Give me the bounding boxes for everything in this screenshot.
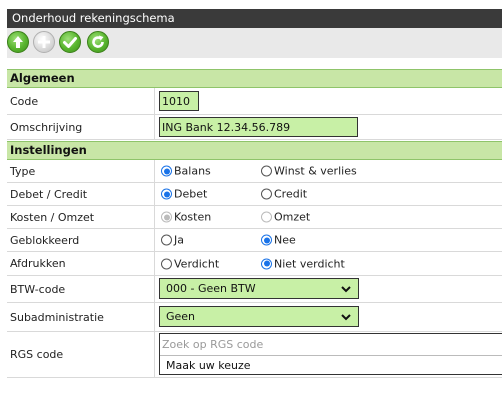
radio-kosten: Kosten [161,211,211,224]
radio-selected-icon [161,211,172,223]
rgs-dropdown: Zoek op RGS code Maak uw keuze [159,333,502,375]
vat-label: BTW-code [10,282,66,296]
blocked-row: Geblokkeerd Ja Nee [7,229,502,252]
check-icon[interactable] [59,31,81,53]
refresh-icon[interactable] [87,31,109,53]
print-label: Afdrukken [10,257,66,270]
rgs-search-input[interactable]: Zoek op RGS code [160,334,502,356]
sub-admin-label: Subadministratie [10,310,104,324]
rgs-row: RGS code Zoek op RGS code Maak uw keuze [7,332,502,378]
radio-niet-verdicht[interactable]: Niet verdicht [261,257,345,270]
section-settings: Instellingen [7,141,502,160]
vat-row: BTW-code 000 - Geen BTW [7,276,502,303]
code-label: Code [10,94,39,108]
sub-admin-select[interactable]: Geen [159,306,359,327]
radio-selected-icon [261,234,272,246]
radio-credit[interactable]: Credit [261,188,307,201]
radio-ja[interactable]: Ja [161,234,184,247]
radio-balans[interactable]: Balans [161,165,211,178]
rgs-choice-option[interactable]: Maak uw keuze [160,355,502,375]
toolbar [7,28,502,58]
radio-verdicht[interactable]: Verdicht [161,257,219,270]
radio-unselected-icon [261,188,272,200]
radio-selected-icon [161,165,172,177]
debit-credit-label: Debet / Credit [10,187,88,201]
code-row: Code 1010 [7,88,502,115]
description-label: Omschrijving [10,120,83,134]
radio-debet[interactable]: Debet [161,188,207,201]
radio-unselected-icon [261,165,272,177]
chevron-down-icon [341,314,351,321]
arrow-up-icon[interactable] [7,31,29,53]
radio-selected-icon [161,188,172,200]
radio-nee[interactable]: Nee [261,234,296,247]
description-field[interactable]: ING Bank 12.34.56.789 [159,117,358,137]
radio-winst-verlies[interactable]: Winst & verlies [261,165,357,178]
radio-omzet: Omzet [261,211,310,224]
cost-revenue-label: Kosten / Omzet [10,210,95,224]
radio-unselected-icon [161,258,172,269]
print-row: Afdrukken Verdicht Niet verdicht [7,252,502,276]
rgs-label: RGS code [10,348,64,361]
window-title: Onderhoud rekeningschema [7,9,502,28]
cost-revenue-row: Kosten / Omzet Kosten Omzet [7,206,502,229]
radio-unselected-icon [161,234,172,246]
section-general: Algemeen [7,69,502,88]
type-label: Type [10,164,36,178]
vat-select[interactable]: 000 - Geen BTW [159,278,359,299]
radio-unselected-icon [261,211,272,223]
radio-selected-icon [261,258,272,269]
plus-icon[interactable] [33,31,55,53]
debit-credit-row: Debet / Credit Debet Credit [7,183,502,206]
sub-admin-row: Subadministratie Geen [7,303,502,332]
type-row: Type Balans Winst & verlies [7,160,502,183]
chevron-down-icon [341,286,351,293]
blocked-label: Geblokkeerd [10,233,80,247]
code-field[interactable]: 1010 [159,91,199,111]
description-row: Omschrijving ING Bank 12.34.56.789 [7,115,502,140]
